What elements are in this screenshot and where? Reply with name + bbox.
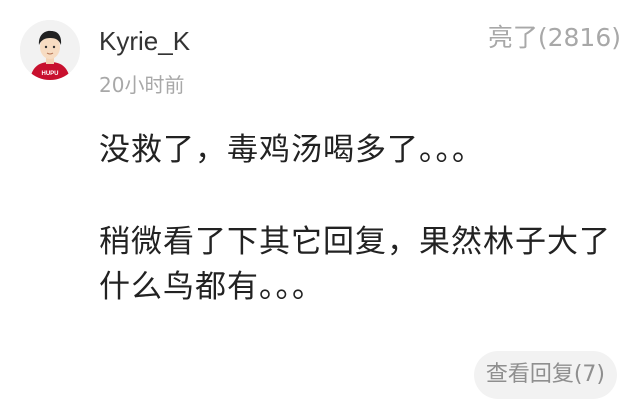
like-button[interactable]: 亮了(2816) [488, 22, 621, 54]
view-replies-button[interactable]: 查看回复(7) [473, 351, 617, 399]
avatar-badge-text: HUPU [41, 71, 58, 77]
username[interactable]: Kyrie_K [99, 24, 190, 58]
user-avatar-icon: HUPU [20, 20, 80, 80]
comment-paragraph: 没救了，毒鸡汤喝多了。。。 [99, 132, 484, 168]
avatar[interactable]: HUPU [20, 20, 80, 80]
timestamp: 20小时前 [99, 73, 185, 97]
comment-paragraph: 稍微看了下其它回复，果然林子大了什么鸟都有。。。 [99, 224, 611, 305]
comment-card: HUPU Kyrie_K 20小时前 亮了(2816) 没救了，毒鸡汤喝多了。。… [0, 0, 639, 417]
